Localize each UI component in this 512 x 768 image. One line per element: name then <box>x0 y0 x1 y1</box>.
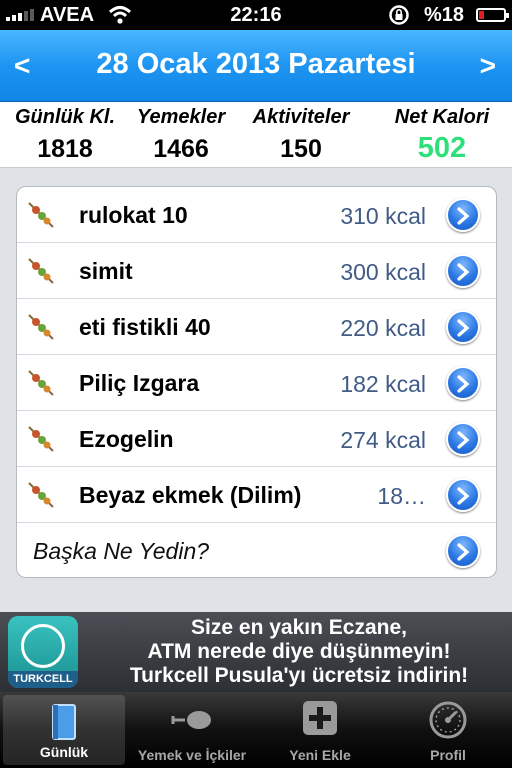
tab-yemek-ve-icecekler[interactable]: Yemek ve İçkiler <box>128 692 256 768</box>
skewer-icon <box>28 370 54 396</box>
detail-disclosure-button[interactable] <box>446 254 480 288</box>
chevron-right-icon <box>457 543 470 561</box>
foods-calories-value: 1466 <box>153 135 209 163</box>
battery-icon <box>476 8 509 22</box>
compass-icon <box>21 624 65 668</box>
tab-label: Yemek ve İçkiler <box>137 747 247 763</box>
chevron-right-icon <box>457 375 470 393</box>
tab-label: Profil <box>430 747 466 763</box>
detail-disclosure-button[interactable] <box>446 198 480 232</box>
detail-disclosure-button[interactable] <box>446 366 480 400</box>
food-calories: 220 kcal <box>340 315 426 341</box>
skewer-icon <box>28 202 54 228</box>
rotation-lock-icon <box>389 5 409 25</box>
add-food-prompt: Başka Ne Yedin? <box>33 538 210 564</box>
foods-calories: Yemekler 1466 <box>130 106 232 164</box>
ad-text-line-2: ATM nerede diye düşünmeyin! <box>147 640 451 663</box>
tab-label: Günlük <box>39 744 89 760</box>
plus-icon <box>303 701 337 735</box>
food-calories: 300 kcal <box>340 259 426 285</box>
ad-text-line-1: Size en yakın Eczane, <box>191 616 407 639</box>
food-row[interactable]: Piliç Izgara 182 kcal <box>17 355 496 411</box>
food-name: Piliç Izgara <box>79 370 200 396</box>
food-name: simit <box>79 258 133 284</box>
foods-calories-label: Yemekler <box>136 106 226 128</box>
chevron-right-icon <box>457 431 470 449</box>
page-title: 28 Ocak 2013 Pazartesi <box>96 48 416 80</box>
activities-calories: Aktiviteler 150 <box>244 106 358 164</box>
next-day-button[interactable]: > <box>480 50 496 82</box>
food-icon <box>171 711 211 729</box>
chevron-right-icon <box>457 207 470 225</box>
activities-calories-value: 150 <box>280 135 322 163</box>
net-calories-value: 502 <box>417 132 467 164</box>
food-list: rulokat 10 310 kcal simit 300 kcal eti f… <box>16 186 497 578</box>
daily-calories-value: 1818 <box>37 135 93 163</box>
previous-day-button[interactable]: < <box>14 50 30 82</box>
ad-banner[interactable]: TURKCELL Size en yakın Eczane, ATM nered… <box>0 612 512 692</box>
battery-percent: %18 <box>424 4 465 26</box>
food-row[interactable]: rulokat 10 310 kcal <box>17 187 496 243</box>
daily-calories: Günlük Kl. 1818 <box>6 106 124 164</box>
tab-label: Yeni Ekle <box>289 747 351 763</box>
date-navigation-bar: < 28 Ocak 2013 Pazartesi > <box>0 30 512 102</box>
skewer-icon <box>28 258 54 284</box>
food-calories: 274 kcal <box>340 427 426 453</box>
food-row[interactable]: simit 300 kcal <box>17 243 496 299</box>
add-food-row[interactable]: Başka Ne Yedin? <box>17 523 496 577</box>
skewer-icon <box>28 314 54 340</box>
turkcell-pusula-logo: TURKCELL <box>8 616 78 688</box>
activities-calories-label: Aktiviteler <box>252 106 350 128</box>
food-calories: 310 kcal <box>340 203 426 229</box>
tab-gunluk[interactable]: Günlük <box>3 695 125 765</box>
status-bar: AVEA 22:16 %18 <box>0 0 512 30</box>
detail-disclosure-button[interactable] <box>446 310 480 344</box>
calorie-summary: Günlük Kl. 1818 Yemekler 1466 Aktivitele… <box>0 102 512 168</box>
detail-disclosure-button[interactable] <box>446 422 480 456</box>
gauge-icon <box>429 701 467 739</box>
skewer-icon <box>28 482 54 508</box>
net-calories-label: Net Kalori <box>394 106 490 128</box>
food-row[interactable]: eti fistikli 40 220 kcal <box>17 299 496 355</box>
detail-disclosure-button[interactable] <box>446 478 480 512</box>
skewer-icon <box>28 426 54 452</box>
food-name: rulokat 10 <box>79 202 188 228</box>
food-calories: 182 kcal <box>340 371 426 397</box>
book-icon <box>52 704 76 740</box>
tab-profil[interactable]: Profil <box>384 692 512 768</box>
daily-calories-label: Günlük Kl. <box>15 106 115 128</box>
chevron-right-icon <box>457 263 470 281</box>
food-name: Beyaz ekmek (Dilim) <box>79 482 302 508</box>
tab-bar: Günlük Yemek ve İçkiler Yeni Ekle Profil <box>0 692 512 768</box>
food-name: Ezogelin <box>79 426 174 452</box>
ad-text-line-3: Turkcell Pusula'yı ücretsiz indirin! <box>129 664 469 687</box>
add-food-disclosure-button[interactable] <box>446 534 480 568</box>
tab-yeni-ekle[interactable]: Yeni Ekle <box>256 692 384 768</box>
food-name: eti fistikli 40 <box>79 314 211 340</box>
food-row[interactable]: Beyaz ekmek (Dilim) 18… <box>17 467 496 523</box>
food-calories: 18… <box>377 483 426 509</box>
food-row[interactable]: Ezogelin 274 kcal <box>17 411 496 467</box>
net-calories: Net Kalori 502 <box>380 106 504 165</box>
ad-logo-text: TURKCELL <box>8 671 78 688</box>
chevron-right-icon <box>457 487 470 505</box>
chevron-right-icon <box>457 319 470 337</box>
